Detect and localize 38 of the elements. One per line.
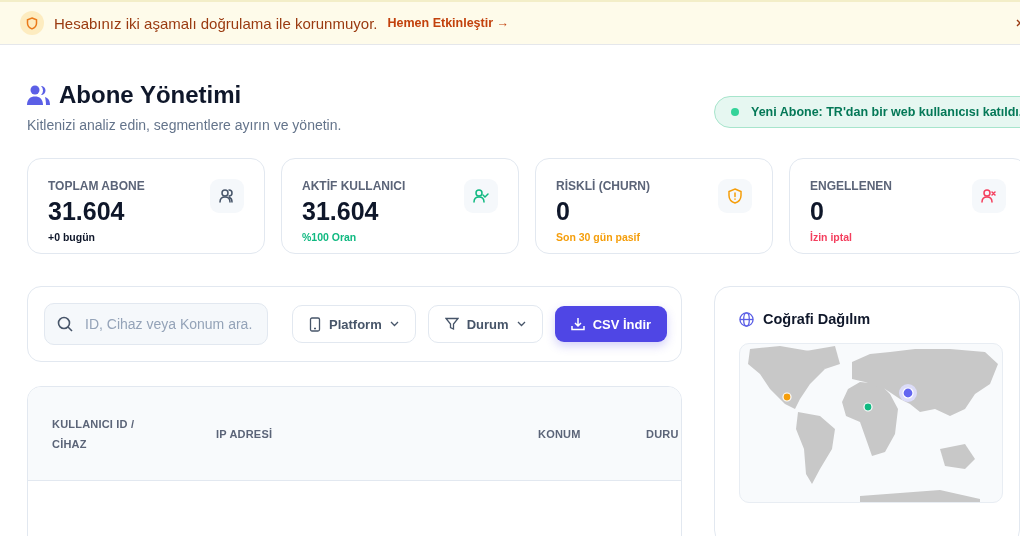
stat-note: +0 bugün (48, 231, 96, 243)
phone-icon (309, 316, 321, 332)
card-title: Coğrafi Dağılım (763, 311, 871, 327)
stat-value: 0 (556, 197, 571, 226)
column-header[interactable]: IP ADRESİ (216, 423, 538, 444)
stat-label: TOPLAM ABONE (48, 179, 145, 193)
column-header[interactable]: KONUM (538, 423, 646, 444)
stat-value: 31.604 (48, 197, 126, 226)
shield-alert-icon (718, 179, 752, 213)
stat-value: 0 (810, 197, 825, 226)
users-icon (210, 179, 244, 213)
page-subtitle: Kitlenizi analiz edin, segmentlere ayırın ve yönetin. (27, 117, 343, 133)
shield-icon (20, 11, 44, 35)
stat-label: RİSKLİ (CHURN) (556, 179, 650, 193)
stat-value: 31.604 (302, 197, 380, 226)
csv-download-button[interactable]: CSV İndir (554, 306, 668, 342)
chevron-down-icon (389, 321, 399, 327)
stat-note: Son 30 gün pasif (556, 231, 641, 243)
search-field[interactable]: ID, Cihaz veya Konum ara. (44, 303, 268, 345)
filter-icon (444, 317, 459, 331)
user-check-icon (464, 179, 498, 213)
stat-note: %100 Oran (302, 231, 358, 243)
column-header[interactable]: KULLANICI ID / CİHAZ (52, 413, 147, 454)
status-dropdown[interactable]: Durum (427, 305, 543, 343)
stat-note: İzin iptal (810, 231, 853, 243)
stat-label: AKTİF KULLANICI (302, 179, 406, 193)
globe-icon (739, 311, 754, 327)
page-title: Abone Yönetimi (59, 81, 242, 109)
stat-label: ENGELLENEN (810, 179, 892, 193)
platform-dropdown[interactable]: Platform (292, 305, 416, 343)
warning-message: Hesabınız iki aşamalı doğrulama ile korunmuyor. (54, 14, 378, 32)
enable-link[interactable]: Hemen Etkinleştir → (387, 16, 510, 30)
chevron-down-icon (516, 321, 526, 327)
user-x-icon (972, 179, 1006, 213)
download-icon (570, 317, 585, 331)
search-icon (57, 316, 73, 332)
users-icon (27, 85, 50, 105)
column-header[interactable]: DURU (646, 423, 681, 444)
